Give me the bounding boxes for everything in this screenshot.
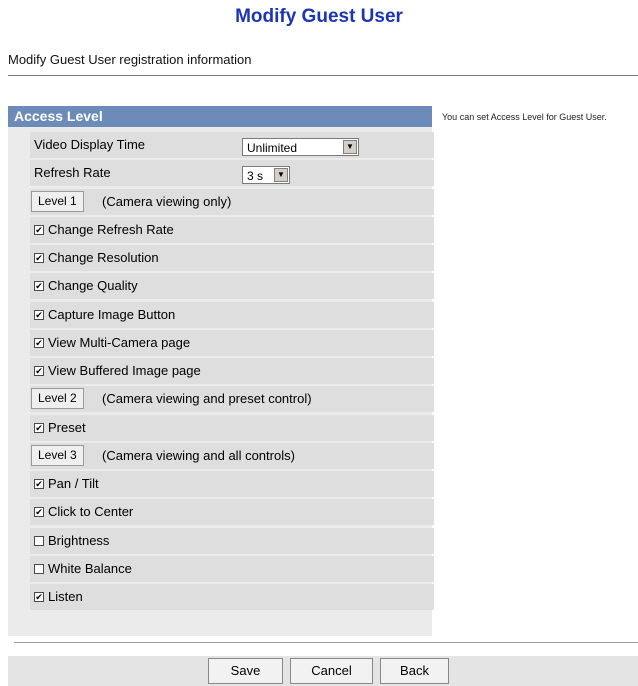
perm-row: ✔ Pan / Tilt (30, 471, 434, 497)
listen-checkbox[interactable]: ✔ (34, 592, 44, 602)
change-refresh-rate-label: Change Refresh Rate (48, 221, 174, 237)
refresh-rate-label: Refresh Rate (34, 165, 111, 181)
page-subtitle: Modify Guest User registration informati… (8, 52, 252, 67)
perm-row: ✔ Click to Center (30, 499, 434, 526)
level-1-button[interactable]: Level 1 (31, 190, 84, 212)
white-balance-label: White Balance (48, 560, 132, 576)
perm-row: ✔ View Buffered Image page (30, 358, 434, 384)
perm-row: ✔ Change Resolution (30, 245, 434, 271)
refresh-rate-value: 3 s (247, 169, 264, 184)
perm-row: White Balance (30, 555, 434, 582)
video-display-time-row: Video Display Time Unlimited ▼ (30, 132, 434, 158)
listen-label: Listen (48, 589, 83, 604)
level-3-note: (Camera viewing and all controls) (102, 447, 295, 463)
access-level-hint: You can set Access Level for Guest User. (442, 112, 607, 122)
video-display-time-label: Video Display Time (34, 137, 146, 152)
perm-row: ✔ Capture Image Button (30, 301, 434, 328)
click-to-center-label: Click to Center (48, 504, 134, 520)
view-multi-camera-checkbox[interactable]: ✔ (34, 337, 44, 348)
footer-bar: Save Cancel Back (8, 656, 638, 686)
access-level-rows: Video Display Time Unlimited ▼ Refresh R… (30, 132, 434, 612)
divider (8, 75, 638, 76)
chevron-down-icon: ▼ (343, 140, 357, 154)
cancel-button[interactable]: Cancel (290, 658, 373, 684)
perm-row: ✔ Change Quality (30, 273, 434, 300)
video-display-time-value: Unlimited (247, 141, 298, 155)
back-button[interactable]: Back (380, 658, 449, 684)
divider (14, 642, 638, 643)
change-resolution-label: Change Resolution (48, 250, 159, 265)
capture-image-button-label: Capture Image Button (48, 306, 176, 322)
click-to-center-checkbox[interactable]: ✔ (34, 507, 44, 518)
view-multi-camera-label: View Multi-Camera page (48, 334, 191, 350)
refresh-rate-row: Refresh Rate 3 s ▼ (30, 160, 434, 187)
change-quality-checkbox[interactable]: ✔ (34, 281, 44, 292)
level-1-note: (Camera viewing only) (102, 193, 232, 209)
pan-tilt-label: Pan / Tilt (48, 476, 99, 491)
level-2-note: (Camera viewing and preset control) (102, 391, 312, 407)
capture-image-button-checkbox[interactable]: ✔ (34, 309, 44, 320)
preset-label: Preset (48, 419, 86, 435)
white-balance-checkbox[interactable] (34, 563, 44, 574)
perm-row: ✔ Preset (30, 414, 434, 441)
perm-row: ✔ View Multi-Camera page (30, 329, 434, 356)
perm-row: ✔ Listen (30, 584, 434, 610)
chevron-down-icon: ▼ (274, 168, 288, 183)
level-3-row: Level 3 (Camera viewing and all controls… (30, 442, 434, 469)
pan-tilt-checkbox[interactable]: ✔ (34, 479, 44, 489)
page-title: Modify Guest User (235, 6, 403, 27)
level-2-row: Level 2 (Camera viewing and preset contr… (30, 386, 434, 413)
refresh-rate-select[interactable]: 3 s ▼ (242, 166, 290, 185)
access-level-panel: Access Level Video Display Time Unlimite… (8, 106, 434, 636)
level-3-button[interactable]: Level 3 (31, 444, 84, 466)
brightness-label: Brightness (48, 532, 110, 548)
change-refresh-rate-checkbox[interactable]: ✔ (34, 224, 44, 235)
access-level-heading: Access Level (8, 106, 432, 127)
view-buffered-image-label: View Buffered Image page (48, 363, 201, 378)
video-display-time-select[interactable]: Unlimited ▼ (242, 138, 359, 156)
perm-row: Brightness (30, 527, 434, 554)
perm-row: ✔ Change Refresh Rate (30, 216, 434, 243)
level-1-row: Level 1 (Camera viewing only) (30, 188, 434, 215)
view-buffered-image-checkbox[interactable]: ✔ (34, 366, 44, 376)
brightness-checkbox[interactable] (34, 535, 44, 546)
save-button[interactable]: Save (208, 658, 283, 684)
level-2-button[interactable]: Level 2 (31, 388, 84, 410)
preset-checkbox[interactable]: ✔ (34, 422, 44, 433)
change-quality-label: Change Quality (48, 278, 138, 294)
change-resolution-checkbox[interactable]: ✔ (34, 253, 44, 263)
